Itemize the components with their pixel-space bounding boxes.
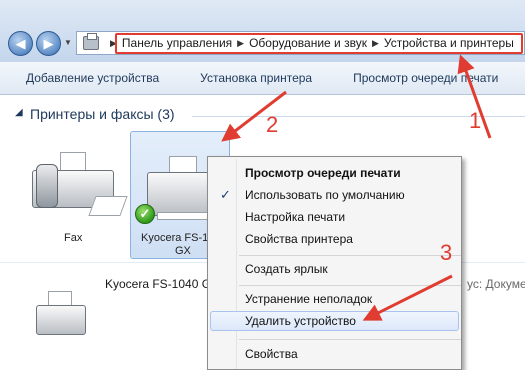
printers-group-header[interactable]: ◢ Принтеры и факсы (3)	[0, 105, 525, 125]
properties-button[interactable]: Св	[513, 71, 525, 85]
breadcrumb-hardware-and-sound[interactable]: Оборудование и звук	[249, 36, 367, 50]
see-print-queue-button[interactable]: Просмотр очереди печати	[327, 71, 513, 85]
add-printer-button[interactable]: Установка принтера	[174, 71, 327, 85]
menu-item-set-default[interactable]: ✓ Использовать по умолчанию	[210, 185, 459, 205]
collapse-chevron-icon[interactable]: ◢	[15, 107, 23, 118]
menu-item-label: Создать ярлык	[245, 262, 328, 276]
chevron-right-icon[interactable]: ▶	[110, 38, 117, 49]
menu-item-remove-device[interactable]: Удалить устройство	[210, 311, 459, 331]
control-panel-icon	[83, 33, 99, 50]
address-bar-area: ◀ ▶ ▼ ▶ Панель управления ▶ Оборудование…	[0, 0, 525, 62]
menu-item-troubleshoot[interactable]: Устранение неполадок	[210, 289, 459, 309]
details-name: Kyocera FS-1040 G	[105, 277, 212, 291]
menu-item-printer-properties[interactable]: Свойства принтера	[210, 229, 459, 249]
annotation-number-1: 1	[469, 108, 482, 133]
annotation-number-2: 2	[266, 112, 279, 137]
menu-separator	[239, 339, 461, 340]
menu-item-label: Использовать по умолчанию	[245, 188, 405, 202]
details-state: ус: Докумен	[467, 277, 525, 291]
menu-item-properties[interactable]: Свойства	[210, 344, 459, 364]
group-title: Принтеры и факсы (3)	[30, 106, 175, 122]
device-fax[interactable]: Fax	[18, 150, 128, 250]
add-device-button[interactable]: Добавление устройства	[0, 71, 174, 85]
default-printer-check-icon: ✓	[135, 204, 155, 224]
details-printer-icon	[30, 291, 90, 351]
back-button[interactable]: ◀	[8, 31, 33, 56]
checkmark-icon: ✓	[220, 187, 231, 202]
printer-output-tray	[157, 212, 209, 220]
menu-item-label: Свойства принтера	[245, 232, 353, 246]
menu-item-label: Настройка печати	[245, 210, 346, 224]
device-label: Fax	[64, 232, 83, 244]
menu-separator	[239, 285, 461, 286]
recent-pages-dropdown-icon[interactable]: ▼	[64, 38, 72, 47]
menu-separator	[239, 255, 461, 256]
annotation-number-3: 3	[440, 240, 453, 265]
device-label-line1: Kyocera FS-10	[141, 232, 215, 244]
chevron-right-icon[interactable]: ▶	[372, 38, 379, 49]
menu-item-label: Удалить устройство	[245, 314, 356, 328]
menu-item-label: Просмотр очереди печати	[245, 166, 401, 180]
forward-button[interactable]: ▶	[36, 31, 61, 56]
menu-item-label: Устранение неполадок	[245, 292, 373, 306]
breadcrumb[interactable]: ▶ Панель управления ▶ Оборудование и зву…	[76, 31, 525, 55]
breadcrumb-devices-and-printers[interactable]: Устройства и принтеры	[384, 36, 514, 50]
menu-item-create-shortcut[interactable]: Создать ярлык	[210, 259, 459, 279]
menu-item-see-print-queue[interactable]: Просмотр очереди печати	[210, 163, 459, 183]
device-label-line2: GX	[175, 245, 191, 257]
menu-item-label: Свойства	[245, 347, 298, 361]
menu-item-printing-preferences[interactable]: Настройка печати	[210, 207, 459, 227]
command-bar: Добавление устройства Установка принтера…	[0, 62, 525, 95]
context-menu: Просмотр очереди печати ✓ Использовать п…	[207, 156, 462, 370]
fax-output-tray	[88, 196, 128, 216]
breadcrumb-control-panel[interactable]: Панель управления	[122, 36, 232, 50]
chevron-right-icon[interactable]: ▶	[237, 38, 244, 49]
fax-handset	[36, 164, 58, 208]
